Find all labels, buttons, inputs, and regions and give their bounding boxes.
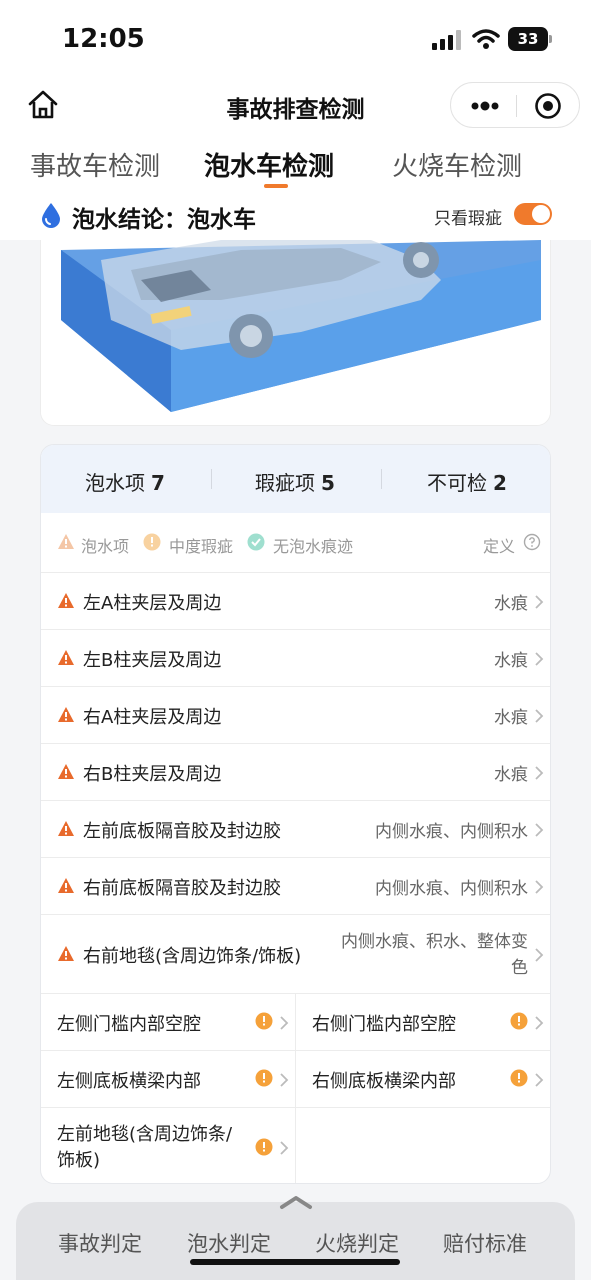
wifi-icon — [472, 29, 500, 49]
legend: 泡水项 中度瑕疵 无泡水痕迹 定义 — [41, 513, 550, 573]
water-drop-icon — [42, 203, 60, 228]
active-tab-indicator — [264, 184, 288, 188]
home-indicator — [190, 1259, 400, 1265]
warning-triangle-icon — [58, 946, 74, 961]
chevron-right-icon — [535, 709, 544, 723]
chevron-right-icon — [535, 1016, 544, 1030]
bottom-tab-accident[interactable]: 事故判定 — [58, 1228, 142, 1258]
more-icon[interactable] — [469, 97, 501, 115]
bottom-tab-flood[interactable]: 泡水判定 — [187, 1228, 271, 1258]
conclusion-bar: 泡水结论：泡水车 只看瑕疵 — [0, 192, 591, 240]
only-flaws-toggle[interactable] — [514, 203, 552, 225]
battery-level: 33 — [508, 27, 548, 51]
alert-circle-icon — [143, 533, 161, 551]
bottom-tab-compensation[interactable]: 赔付标准 — [443, 1228, 527, 1258]
list-item[interactable]: 左A柱夹层及周边 水痕 — [41, 573, 550, 630]
nav-header: 事故排查检测 — [0, 80, 591, 132]
chevron-right-icon — [535, 1073, 544, 1087]
status-time: 12:05 — [62, 24, 145, 54]
alert-circle-icon — [255, 1012, 273, 1030]
chevron-right-icon — [535, 948, 544, 962]
list-item[interactable]: 右前底板隔音胶及封边胶 内侧水痕、内侧积水 — [41, 858, 550, 915]
alert-circle-icon — [255, 1069, 273, 1087]
chevron-right-icon — [535, 766, 544, 780]
tab-accident[interactable]: 事故车检测 — [30, 146, 160, 183]
warning-triangle-icon — [58, 764, 74, 779]
car-in-water-illustration — [41, 240, 550, 425]
warning-triangle-icon — [58, 821, 74, 836]
definition-link[interactable]: 定义 — [483, 533, 515, 557]
flood-illustration — [40, 240, 551, 426]
chevron-right-icon — [280, 1141, 289, 1155]
bottom-nav: 事故判定 泡水判定 火烧判定 赔付标准 — [16, 1196, 575, 1280]
chevron-right-icon — [535, 823, 544, 837]
close-target-icon[interactable] — [533, 91, 563, 121]
chevron-right-icon — [535, 652, 544, 666]
alert-circle-icon — [255, 1138, 273, 1156]
chevron-right-icon — [280, 1073, 289, 1087]
warning-triangle-icon — [58, 534, 74, 549]
list-item[interactable]: 右A柱夹层及周边 水痕 — [41, 687, 550, 744]
legend-none: 无泡水痕迹 — [273, 537, 354, 556]
tab-fire[interactable]: 火烧车检测 — [392, 146, 522, 183]
list-item[interactable]: 左B柱夹层及周边 水痕 — [41, 630, 550, 687]
help-icon[interactable] — [523, 533, 541, 551]
warning-triangle-icon — [58, 593, 74, 608]
alert-circle-icon — [510, 1069, 528, 1087]
chevron-right-icon — [535, 595, 544, 609]
inspection-card: 泡水项 7 瑕疵项 5 不可检 2 泡水项 中度瑕疵 无泡水痕迹 定义 左A柱夹层及周… — [40, 444, 551, 1184]
tab-flood[interactable]: 泡水车检测 — [204, 146, 334, 183]
mini-program-capsule — [450, 82, 580, 128]
chevron-right-icon — [280, 1016, 289, 1030]
legend-flood: 泡水项 — [81, 537, 130, 556]
warning-triangle-icon — [58, 878, 74, 893]
stats-bar: 泡水项 7 瑕疵项 5 不可检 2 — [41, 445, 550, 513]
chevron-right-icon — [535, 880, 544, 894]
grid-item[interactable]: 左前地毯(含周边饰条/饰板) — [41, 1108, 296, 1183]
stat-uncheckable[interactable]: 不可检 2 — [427, 467, 507, 496]
list-item[interactable]: 左前底板隔音胶及封边胶 内侧水痕、内侧积水 — [41, 801, 550, 858]
status-bar: 12:05 33 — [0, 0, 591, 80]
grid-item[interactable]: 右侧底板横梁内部 — [296, 1051, 550, 1108]
legend-moderate: 中度瑕疵 — [169, 537, 234, 556]
only-flaws-label: 只看瑕疵 — [434, 209, 502, 229]
warning-triangle-icon — [58, 707, 74, 722]
check-circle-icon — [247, 533, 265, 551]
list-item[interactable]: 右B柱夹层及周边 水痕 — [41, 744, 550, 801]
flood-conclusion: 泡水结论：泡水车 — [72, 207, 256, 233]
cellular-signal-icon — [432, 30, 461, 50]
grid-item[interactable]: 左侧底板横梁内部 — [41, 1051, 296, 1108]
warning-triangle-icon — [58, 650, 74, 665]
battery-icon: 33 — [508, 27, 552, 51]
bottom-tab-fire[interactable]: 火烧判定 — [315, 1228, 399, 1258]
alert-circle-icon — [510, 1012, 528, 1030]
detection-tabs: 事故车检测 泡水车检测 火烧车检测 — [0, 132, 591, 192]
grid-item[interactable]: 右侧门槛内部空腔 — [296, 994, 550, 1051]
stat-flood[interactable]: 泡水项 7 — [85, 467, 165, 496]
list-item[interactable]: 右前地毯(含周边饰条/饰板) 内侧水痕、积水、整体变色 — [41, 915, 550, 994]
stat-flaw[interactable]: 瑕疵项 5 — [255, 467, 335, 496]
grid-item[interactable]: 左侧门槛内部空腔 — [41, 994, 296, 1051]
chevron-up-icon[interactable] — [278, 1194, 314, 1210]
